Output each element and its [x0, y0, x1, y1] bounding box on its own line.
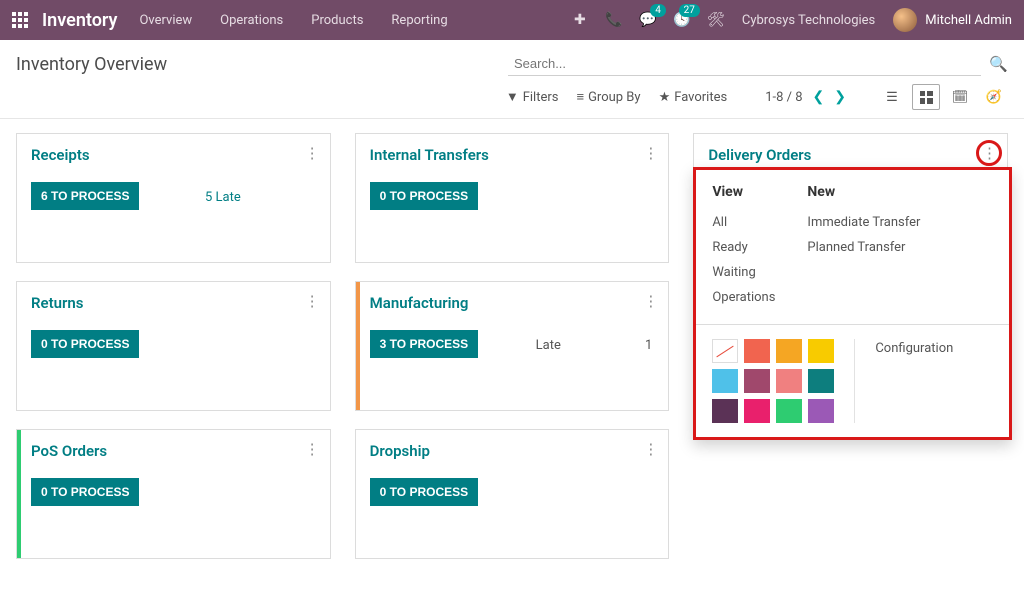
card-menu-icon[interactable]: ⋮ — [643, 294, 658, 309]
color-swatch[interactable] — [808, 399, 834, 423]
card-returns: Returns ⋮ 0 TO PROCESS — [16, 281, 331, 411]
card-title[interactable]: Delivery Orders — [708, 146, 993, 164]
process-button[interactable]: 0 TO PROCESS — [31, 330, 139, 358]
app-brand[interactable]: Inventory — [42, 10, 117, 31]
popover-view-col: View All Ready Waiting Operations — [712, 184, 775, 310]
new-heading: New — [807, 184, 920, 200]
new-immediate[interactable]: Immediate Transfer — [807, 210, 920, 235]
process-button[interactable]: 0 TO PROCESS — [370, 182, 478, 210]
process-button[interactable]: 0 TO PROCESS — [370, 478, 478, 506]
search-icon[interactable]: 🔍 — [989, 52, 1008, 76]
clock-icon[interactable]: 🕓27 — [674, 12, 690, 28]
color-swatch[interactable] — [712, 339, 738, 363]
stripe-green — [17, 430, 21, 558]
plus-icon[interactable]: ✚ — [572, 12, 588, 28]
card-title[interactable]: Dropship — [370, 442, 655, 460]
view-all[interactable]: All — [712, 210, 775, 235]
card-delivery-orders: Delivery Orders ⋮ View All Ready Waiting… — [693, 133, 1008, 263]
card-dropship: Dropship ⋮ 0 TO PROCESS — [355, 429, 670, 559]
view-list-icon[interactable]: ☰ — [878, 84, 906, 110]
avatar-icon — [893, 8, 917, 32]
color-swatch[interactable] — [744, 339, 770, 363]
card-title[interactable]: Internal Transfers — [370, 146, 655, 164]
wrench-icon[interactable]: 🛠 — [708, 12, 724, 28]
card-title[interactable]: Manufacturing — [370, 294, 655, 312]
popover-new-col: New Immediate Transfer Planned Transfer — [807, 184, 920, 310]
process-button[interactable]: 6 TO PROCESS — [31, 182, 139, 210]
color-swatch[interactable] — [808, 339, 834, 363]
card-popover: View All Ready Waiting Operations New Im… — [693, 167, 1012, 440]
new-planned[interactable]: Planned Transfer — [807, 235, 920, 260]
search-input[interactable] — [508, 52, 981, 76]
list-icon: ≡ — [576, 89, 584, 105]
process-button[interactable]: 0 TO PROCESS — [31, 478, 139, 506]
late-count: 1 — [645, 338, 652, 353]
card-title[interactable]: Receipts — [31, 146, 316, 164]
color-swatch[interactable] — [744, 399, 770, 423]
view-calendar-icon[interactable]: 🗓 — [946, 84, 974, 110]
card-menu-icon[interactable]: ⋮ — [643, 442, 658, 457]
groupby-button[interactable]: ≡Group By — [576, 89, 640, 105]
nav-overview[interactable]: Overview — [139, 13, 192, 28]
control-bar: Inventory Overview 🔍 ▼Filters ≡Group By … — [0, 40, 1024, 119]
chat-badge: 4 — [650, 4, 666, 17]
chat-icon[interactable]: 💬4 — [640, 12, 656, 28]
card-title[interactable]: Returns — [31, 294, 316, 312]
view-operations[interactable]: Operations — [712, 285, 775, 310]
topbar-right: ✚ 📞 💬4 🕓27 🛠 Cybrosys Technologies Mitch… — [572, 8, 1012, 32]
user-menu[interactable]: Mitchell Admin — [893, 8, 1012, 32]
card-pos-orders: PoS Orders ⋮ 0 TO PROCESS — [16, 429, 331, 559]
phone-icon[interactable]: 📞 — [606, 12, 622, 28]
color-swatch[interactable] — [776, 339, 802, 363]
user-name: Mitchell Admin — [925, 13, 1012, 28]
view-kanban-icon[interactable] — [912, 84, 940, 110]
card-title[interactable]: PoS Orders — [31, 442, 316, 460]
nav-operations[interactable]: Operations — [220, 13, 283, 28]
card-menu-icon[interactable]: ⋮ — [305, 294, 320, 309]
pager: 1-8 / 8 ❮ ❯ — [765, 89, 846, 105]
apps-icon[interactable] — [12, 12, 28, 28]
top-bar: Inventory Overview Operations Products R… — [0, 0, 1024, 40]
view-switcher: ☰ 🗓 🧭 — [878, 84, 1008, 110]
card-internal-transfers: Internal Transfers ⋮ 0 TO PROCESS — [355, 133, 670, 263]
view-waiting[interactable]: Waiting — [712, 260, 775, 285]
funnel-icon: ▼ — [506, 89, 519, 105]
kanban-board: Receipts ⋮ 6 TO PROCESS 5 Late Internal … — [0, 119, 1024, 573]
card-menu-icon[interactable]: ⋮ — [305, 146, 320, 161]
configuration-link[interactable]: Configuration — [875, 339, 993, 423]
card-menu-icon[interactable]: ⋮ — [305, 442, 320, 457]
pager-prev-icon[interactable]: ❮ — [813, 89, 825, 105]
late-text[interactable]: 5 Late — [205, 190, 241, 205]
color-swatch[interactable] — [744, 369, 770, 393]
pager-count: 1-8 / 8 — [765, 90, 802, 105]
stripe-orange — [356, 282, 360, 410]
favorites-button[interactable]: ★Favorites — [659, 90, 728, 105]
color-swatch[interactable] — [712, 399, 738, 423]
view-heading: View — [712, 184, 775, 200]
main-nav: Overview Operations Products Reporting — [139, 13, 447, 28]
search-wrap: 🔍 — [508, 52, 1008, 76]
color-swatch[interactable] — [776, 369, 802, 393]
filters-button[interactable]: ▼Filters — [506, 89, 559, 105]
page-title: Inventory Overview — [16, 54, 167, 75]
pager-next-icon[interactable]: ❯ — [834, 89, 846, 105]
process-button[interactable]: 3 TO PROCESS — [370, 330, 478, 358]
star-icon: ★ — [659, 90, 671, 105]
color-swatches — [712, 339, 834, 423]
view-dashboard-icon[interactable]: 🧭 — [980, 84, 1008, 110]
view-ready[interactable]: Ready — [712, 235, 775, 260]
nav-products[interactable]: Products — [311, 13, 363, 28]
company-name[interactable]: Cybrosys Technologies — [742, 13, 875, 28]
card-manufacturing: Manufacturing ⋮ 3 TO PROCESS Late 1 — [355, 281, 670, 411]
color-swatch[interactable] — [712, 369, 738, 393]
card-receipts: Receipts ⋮ 6 TO PROCESS 5 Late — [16, 133, 331, 263]
color-swatch[interactable] — [808, 369, 834, 393]
color-swatch[interactable] — [776, 399, 802, 423]
clock-badge: 27 — [679, 4, 700, 17]
nav-reporting[interactable]: Reporting — [391, 13, 447, 28]
card-menu-icon[interactable]: ⋮ — [643, 146, 658, 161]
highlight-circle — [976, 140, 1002, 166]
divider — [854, 339, 855, 423]
late-label[interactable]: Late — [536, 338, 561, 353]
